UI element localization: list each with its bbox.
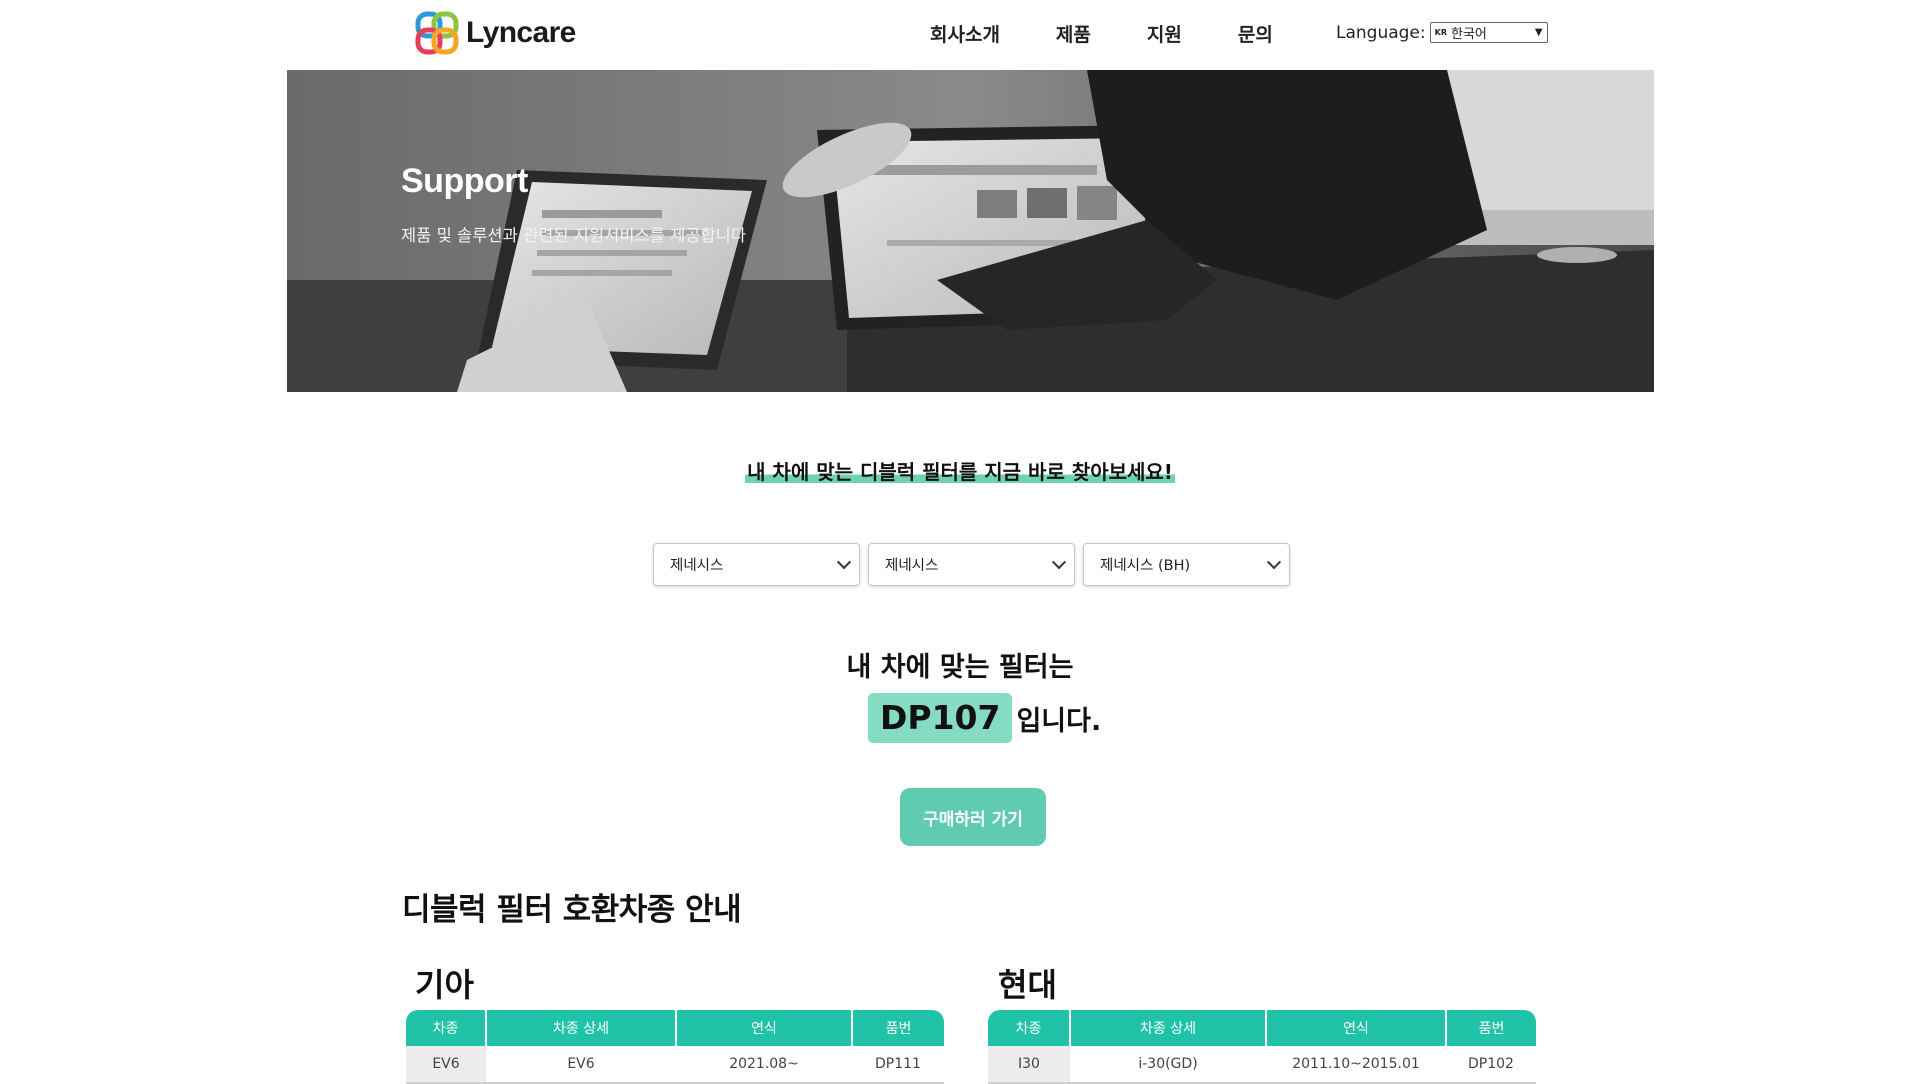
chevron-down-icon — [1051, 554, 1067, 569]
column-header: 연식 — [677, 1010, 854, 1046]
table-cell: 2011.10~2015.01 — [1292, 1056, 1420, 1072]
table-header: 차종 차종 상세 연식 품번 — [406, 1010, 944, 1046]
chevron-down-icon — [836, 554, 852, 569]
table-header: 차종 차종 상세 연식 품번 — [988, 1010, 1536, 1046]
result-code: DP107 — [868, 693, 1013, 743]
brand-select[interactable]: 제네시스 — [653, 543, 860, 586]
result-prefix: 내 차에 맞는 필터는 — [846, 652, 1074, 683]
language-label: Language: — [1336, 22, 1426, 43]
site-header: Lyncare 회사소개 제품 지원 문의 Language: KR 한국어 ▼ — [0, 0, 1920, 70]
detail-select[interactable]: 제네시스 (BH) — [1083, 543, 1290, 586]
model-select-value: 제네시스 — [885, 558, 939, 574]
chevron-down-icon — [1266, 554, 1282, 569]
table-row: EV6 EV6 2021.08~ DP111 — [406, 1046, 944, 1084]
logo-icon — [415, 11, 459, 55]
column-header: 연식 — [1267, 1010, 1447, 1046]
table-cell: DP111 — [875, 1056, 921, 1072]
model-select[interactable]: 제네시스 — [868, 543, 1075, 586]
main-nav: 회사소개 제품 지원 문의 — [930, 20, 1329, 50]
result-suffix: 입니다. — [1016, 705, 1102, 737]
table-cell: I30 — [988, 1046, 1070, 1082]
column-header: 차종 — [406, 1010, 488, 1046]
table-cell: i-30(GD) — [1138, 1056, 1198, 1072]
buy-button[interactable]: 구매하러 가기 — [900, 788, 1046, 846]
finder-heading: 내 차에 맞는 디블럭 필터를 지금 바로 찾아보세요! — [0, 456, 1920, 485]
hero-banner: Support 제품 및 솔루션과 관련된 지원서비스를 제공합니다 — [287, 70, 1654, 392]
column-header: 품번 — [1478, 1021, 1505, 1037]
logo-text: Lyncare — [466, 16, 576, 49]
finder-heading-text: 내 차에 맞는 디블럭 필터를 지금 바로 찾아보세요! — [745, 460, 1175, 484]
table-cell: 2021.08~ — [729, 1056, 799, 1072]
compat-heading: 디블럭 필터 호환차종 안내 — [402, 892, 742, 928]
hero-subtitle: 제품 및 솔루션과 관련된 지원서비스를 제공합니다 — [401, 226, 747, 245]
language-switcher: Language: KR 한국어 ▼ — [1336, 22, 1548, 43]
nav-item-products[interactable]: 제품 — [1056, 20, 1091, 50]
nav-item-contact[interactable]: 문의 — [1238, 20, 1273, 50]
column-header: 품번 — [885, 1021, 912, 1037]
compat-table-hyundai: 차종 차종 상세 연식 품번 I30 i-30(GD) 2011.10~2015… — [988, 1010, 1536, 1084]
nav-item-support[interactable]: 지원 — [1147, 20, 1182, 50]
table-row: I30 i-30(GD) 2011.10~2015.01 DP102 — [988, 1046, 1536, 1084]
compat-table-kia: 차종 차종 상세 연식 품번 EV6 EV6 2021.08~ DP111 — [406, 1010, 944, 1084]
brand-select-value: 제네시스 — [670, 558, 724, 574]
table-cell: EV6 — [406, 1046, 486, 1082]
column-header: 차종 — [988, 1010, 1072, 1046]
hero-title: Support — [401, 162, 528, 200]
nav-item-company[interactable]: 회사소개 — [930, 20, 1000, 50]
language-value: 한국어 — [1450, 27, 1487, 42]
table-cell: EV6 — [567, 1056, 595, 1072]
column-header: 차종 상세 — [1071, 1010, 1267, 1046]
result-line: DP107 입니다. — [868, 693, 1101, 743]
brand-title-kia: 기아 — [415, 966, 474, 1004]
detail-select-value: 제네시스 (BH) — [1100, 558, 1191, 574]
table-cell: DP102 — [1468, 1056, 1514, 1072]
language-select[interactable]: KR 한국어 ▼ — [1429, 22, 1548, 43]
chevron-down-icon: ▼ — [1534, 27, 1543, 38]
column-header: 차종 상세 — [487, 1010, 677, 1046]
vehicle-selects: 제네시스 제네시스 제네시스 (BH) — [653, 543, 1290, 586]
flag-icon: KR — [1434, 28, 1447, 37]
logo[interactable]: Lyncare — [414, 10, 576, 56]
brand-title-hyundai: 현대 — [998, 966, 1057, 1004]
